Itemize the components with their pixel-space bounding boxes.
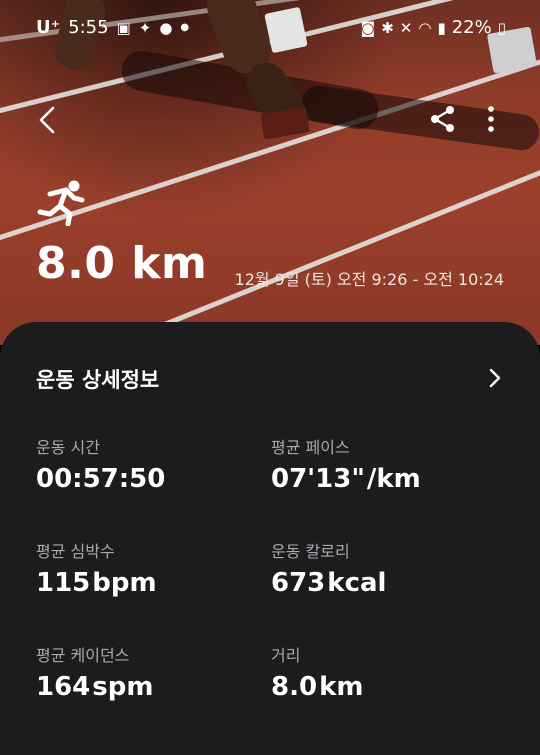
metric-label: 운동 칼로리	[271, 542, 350, 561]
metric-value: 673kcal	[271, 568, 491, 598]
workout-datetime: 12월 9일 (토) 오전 9:26 - 오전 10:24	[234, 270, 504, 289]
metric-label: 평균 케이던스	[36, 646, 130, 665]
metric-average-pace: 평균 페이스 07'13"/km	[271, 434, 491, 494]
metric-label: 운동 시간	[36, 438, 100, 457]
chevron-right-icon	[489, 368, 501, 388]
app-notification-icon: ✦	[138, 18, 152, 37]
gallery-icon: ▣	[116, 18, 131, 37]
more-options-button[interactable]	[478, 102, 504, 136]
signal-icon: ▮	[437, 18, 446, 37]
metric-label: 거리	[271, 646, 301, 665]
battery-icon: ▯	[497, 18, 506, 37]
more-notifications-icon: ●	[180, 22, 190, 33]
workout-details-title: 운동 상세정보	[36, 368, 160, 392]
running-icon	[36, 180, 88, 227]
more-vertical-icon	[488, 106, 494, 132]
battery-percentage: 22%	[451, 17, 492, 38]
metric-label: 평균 페이스	[271, 438, 350, 457]
alarm-icon: ◙	[360, 18, 376, 37]
metric-label: 평균 심박수	[36, 542, 115, 561]
metric-unit: /km	[366, 464, 421, 494]
bluetooth-icon: ✱	[381, 18, 394, 37]
metric-number: 164	[36, 672, 91, 702]
metric-average-cadence: 평균 케이던스 164spm	[36, 642, 256, 702]
metric-value: 07'13"/km	[271, 464, 491, 494]
message-icon: ●	[159, 18, 173, 37]
metric-number: 00:57:50	[36, 464, 166, 494]
metric-number: 115	[36, 568, 91, 598]
chevron-left-icon	[39, 106, 55, 134]
metric-value: 8.0km	[271, 672, 491, 702]
metric-unit: spm	[92, 672, 154, 702]
wifi-icon: ◠	[418, 18, 432, 37]
top-app-bar	[0, 96, 540, 146]
carrier-label: U⁺	[36, 17, 61, 38]
metric-unit: km	[319, 672, 364, 702]
metric-number: 8.0	[271, 672, 318, 702]
metric-distance: 거리 8.0km	[271, 642, 491, 702]
status-bar: U⁺ 5:55 ▣ ✦ ● ● ◙ ✱ ✕ ◠ ▮ 22% ▯	[0, 0, 540, 58]
workout-details-header[interactable]: 운동 상세정보	[36, 364, 504, 394]
metric-value: 115bpm	[36, 568, 256, 598]
status-time: 5:55	[68, 17, 109, 38]
metric-number: 07'13"	[271, 464, 365, 494]
mute-icon: ✕	[399, 18, 413, 37]
metric-unit: kcal	[327, 568, 387, 598]
metric-calories: 운동 칼로리 673kcal	[271, 538, 491, 598]
metric-value: 00:57:50	[36, 464, 256, 494]
share-icon	[431, 106, 454, 132]
metric-number: 673	[271, 568, 326, 598]
metric-average-heart-rate: 평균 심박수 115bpm	[36, 538, 256, 598]
metric-value: 164spm	[36, 672, 256, 702]
metric-unit: bpm	[92, 568, 157, 598]
total-distance: 8.0 km	[36, 238, 208, 289]
workout-details-card: 운동 상세정보 운동 시간 00:57:50 평균 페이스 07'13"/km …	[0, 322, 540, 755]
share-button[interactable]	[428, 104, 458, 134]
metric-workout-time: 운동 시간 00:57:50	[36, 434, 256, 494]
back-button[interactable]	[34, 100, 64, 140]
